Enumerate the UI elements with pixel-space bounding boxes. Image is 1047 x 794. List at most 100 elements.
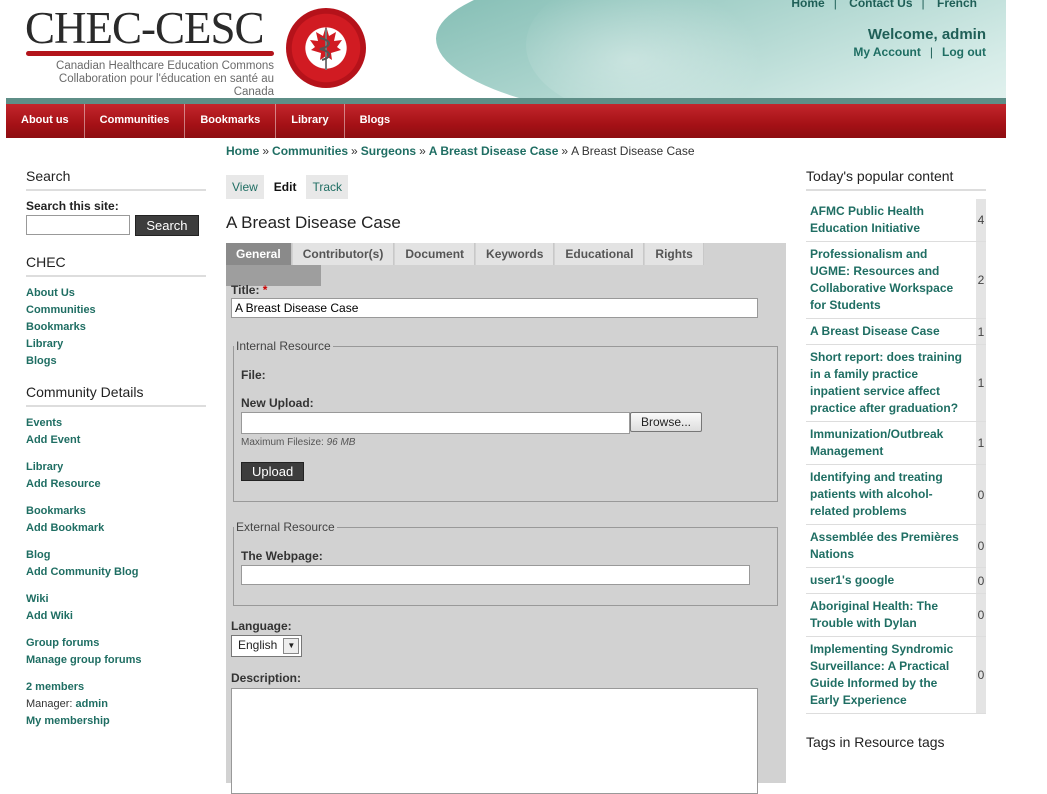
language-selected-value: English	[238, 638, 278, 653]
edit-form: General Contributor(s) Document Keywords…	[226, 243, 786, 794]
members-link[interactable]: 2 members	[26, 679, 206, 696]
search-button[interactable]: Search	[135, 215, 199, 236]
header-background-swirl	[526, 0, 786, 100]
chec-blogs-link[interactable]: Blogs	[26, 353, 206, 370]
chec-communities-link[interactable]: Communities	[26, 302, 206, 319]
browse-button[interactable]: Browse...	[630, 412, 703, 432]
popular-item-count: 0	[976, 568, 986, 593]
list-item: Aboriginal Health: The Trouble with Dyla…	[806, 594, 986, 637]
main-content: Home» Communities» Surgeons» A Breast Disea…	[226, 144, 786, 794]
top-link-home[interactable]: Home	[791, 0, 824, 10]
manager-label: Manager:	[26, 698, 73, 710]
chec-block-title: CHEC	[26, 254, 206, 277]
list-item: Identifying and treating patients with a…	[806, 465, 986, 525]
list-item: AFMC Public Health Education Initiative 4	[806, 199, 986, 242]
add-wiki-link[interactable]: Add Wiki	[26, 608, 206, 625]
popular-item-link[interactable]: Short report: does training in a family …	[810, 349, 962, 417]
breadcrumb-communities[interactable]: Communities	[272, 144, 348, 158]
popular-item-link[interactable]: Professionalism and UGME: Resources and …	[810, 246, 962, 314]
logout-link[interactable]: Log out	[942, 45, 986, 59]
blog-link[interactable]: Blog	[26, 547, 206, 564]
form-tab-general[interactable]: General	[226, 243, 292, 265]
bookmarks-link[interactable]: Bookmarks	[26, 503, 206, 520]
file-path-input[interactable]	[241, 412, 630, 434]
title-label: Title: *	[231, 283, 267, 297]
add-event-link[interactable]: Add Event	[26, 432, 206, 449]
form-tab-keywords[interactable]: Keywords	[476, 243, 555, 265]
nav-blogs[interactable]: Blogs	[345, 104, 406, 138]
breadcrumb-current: A Breast Disease Case	[571, 144, 695, 158]
logo-underline	[26, 51, 274, 56]
max-filesize-label: Maximum Filesize:	[241, 437, 324, 448]
form-tab-educational[interactable]: Educational	[555, 243, 645, 265]
site-header: CHEC-CESC Canadian Healthcare Education …	[6, 0, 1006, 100]
right-sidebar: Today's popular content AFMC Public Heal…	[806, 168, 986, 750]
external-resource-fieldset: External Resource	[233, 520, 778, 606]
popular-item-link[interactable]: Assemblée des Premières Nations	[810, 529, 962, 563]
list-item: user1's google 0	[806, 568, 986, 594]
tab-view[interactable]: View	[226, 175, 264, 199]
my-account-link[interactable]: My Account	[853, 45, 921, 59]
nav-about-us[interactable]: About us	[6, 104, 85, 138]
upload-button[interactable]: Upload	[241, 462, 305, 481]
chec-about-us-link[interactable]: About Us	[26, 285, 206, 302]
description-label: Description:	[231, 671, 302, 685]
form-tab-rights[interactable]: Rights	[645, 243, 704, 265]
popular-item-count: 2	[976, 242, 986, 318]
file-label: File:	[241, 368, 266, 382]
search-input[interactable]	[26, 215, 130, 235]
popular-item-link[interactable]: AFMC Public Health Education Initiative	[810, 203, 962, 237]
search-label: Search this site:	[26, 199, 119, 213]
webpage-label: The Webpage:	[241, 549, 323, 563]
title-label-text: Title:	[231, 283, 260, 297]
nav-communities[interactable]: Communities	[85, 104, 186, 138]
logo-subtitle-en: Canadian Healthcare Education Commons	[56, 60, 274, 72]
breadcrumb-separator: »	[262, 144, 270, 158]
popular-item-link[interactable]: Identifying and treating patients with a…	[810, 469, 962, 520]
popular-item-link[interactable]: A Breast Disease Case	[810, 323, 962, 340]
popular-item-link[interactable]: Aboriginal Health: The Trouble with Dyla…	[810, 598, 962, 632]
popular-item-link[interactable]: Implementing Syndromic Surveillance: A P…	[810, 641, 962, 709]
breadcrumb-resource[interactable]: A Breast Disease Case	[429, 144, 559, 158]
top-link-french[interactable]: French	[937, 0, 977, 10]
manager-name-link[interactable]: admin	[76, 698, 108, 710]
page-title: A Breast Disease Case	[226, 213, 401, 232]
group-forums-link[interactable]: Group forums	[26, 635, 206, 652]
add-resource-link[interactable]: Add Resource	[26, 476, 206, 493]
nav-library[interactable]: Library	[276, 104, 345, 138]
wiki-link[interactable]: Wiki	[26, 591, 206, 608]
add-bookmark-link[interactable]: Add Bookmark	[26, 520, 206, 537]
webpage-input[interactable]	[241, 565, 750, 585]
list-item: Implementing Syndromic Surveillance: A P…	[806, 637, 986, 714]
breadcrumb-home[interactable]: Home	[226, 144, 259, 158]
tab-edit[interactable]: Edit	[267, 175, 303, 199]
add-community-blog-link[interactable]: Add Community Blog	[26, 564, 206, 581]
top-link-contact[interactable]: Contact Us	[849, 0, 912, 10]
list-item: Immunization/Outbreak Management 1	[806, 422, 986, 465]
tab-track[interactable]: Track	[306, 175, 349, 199]
popular-item-count: 1	[976, 422, 986, 464]
welcome-message: Welcome, admin	[867, 26, 986, 43]
title-input[interactable]	[231, 298, 758, 318]
form-tab-document[interactable]: Document	[395, 243, 476, 265]
site-logo[interactable]: CHEC-CESC	[25, 2, 265, 54]
library-link[interactable]: Library	[26, 459, 206, 476]
node-tabs: View Edit Track	[226, 175, 786, 199]
breadcrumb-surgeons[interactable]: Surgeons	[361, 144, 416, 158]
popular-item-link[interactable]: user1's google	[810, 572, 962, 589]
chec-bookmarks-link[interactable]: Bookmarks	[26, 319, 206, 336]
manage-group-forums-link[interactable]: Manage group forums	[26, 652, 206, 669]
my-membership-link[interactable]: My membership	[26, 713, 206, 730]
popular-item-count: 0	[976, 525, 986, 567]
popular-item-link[interactable]: Immunization/Outbreak Management	[810, 426, 962, 460]
max-filesize-value: 96 MB	[326, 437, 356, 448]
form-tabs: General Contributor(s) Document Keywords…	[226, 243, 786, 286]
chec-library-link[interactable]: Library	[26, 336, 206, 353]
breadcrumb-separator: »	[351, 144, 358, 158]
form-tab-contributors[interactable]: Contributor(s)	[292, 243, 395, 265]
main-nav: About us Communities Bookmarks Library B…	[6, 104, 1006, 138]
events-link[interactable]: Events	[26, 415, 206, 432]
nav-bookmarks[interactable]: Bookmarks	[185, 104, 277, 138]
language-select[interactable]: English ▼	[231, 635, 303, 657]
description-textarea[interactable]	[231, 688, 758, 794]
